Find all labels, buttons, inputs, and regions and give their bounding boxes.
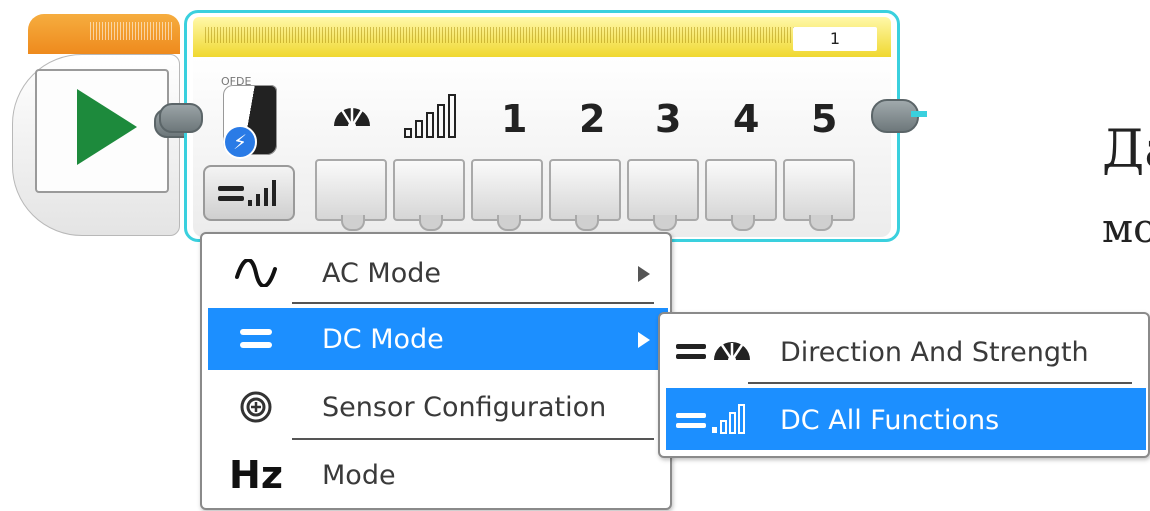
dc-mode-submenu: Direction And Strength DC All Functions [658,312,1150,458]
ir-sensor-icon: OFDE ⚡ [219,75,279,159]
sensor-output-plug-icon[interactable] [871,99,927,133]
menu-item-sensor-configuration[interactable]: Sensor Configuration [208,376,668,438]
menu-divider [292,302,654,304]
direction-strength-icon [672,328,762,374]
submenu-item-direction-and-strength[interactable]: Direction And Strength [666,320,1146,382]
port-number-field[interactable]: 1 [793,27,877,51]
channel-label: 2 [579,97,606,141]
dc-lines-icon [230,318,282,360]
submenu-item-label: DC All Functions [780,405,1000,436]
output-slot[interactable] [471,159,543,231]
menu-item-dc-mode[interactable]: DC Mode [208,308,668,370]
menu-item-mode[interactable]: Hz Mode [208,444,668,506]
mode-menu: AC Mode DC Mode Sensor Configuration Hz … [200,232,672,510]
channel-label: 1 [501,97,528,141]
output-slot[interactable] [783,159,855,231]
slide-text-line: Да [1102,120,1150,180]
play-icon[interactable] [77,89,137,165]
mode-selector-button[interactable] [203,165,295,221]
start-block-frame [35,69,169,193]
submenu-arrow-icon [638,332,650,348]
submenu-arrow-icon [638,266,650,282]
channel-label: 4 [733,97,760,141]
target-icon [230,386,282,428]
ir-sensor-block[interactable]: 1 OFDE ⚡ 1 2 3 4 5 [159,10,927,242]
menu-item-ac-mode[interactable]: AC Mode [208,242,668,304]
output-slot[interactable] [705,159,777,231]
start-block-body [12,54,180,236]
submenu-item-label: Direction And Strength [780,337,1089,368]
sensor-block-header: 1 [193,17,891,58]
signal-strength-icon [401,91,461,141]
signal-strength-icon [672,396,762,442]
sensor-input-plug-icon [159,103,203,133]
channel-label: 3 [655,97,682,141]
menu-item-label: DC Mode [322,324,444,355]
submenu-item-dc-all-functions[interactable]: DC All Functions [666,388,1146,450]
output-slot[interactable] [627,159,699,231]
output-slot[interactable] [315,159,387,231]
menu-item-label: Sensor Configuration [322,392,607,423]
start-block-header [28,14,180,54]
hz-icon-text: Hz [229,453,283,497]
hz-icon: Hz [229,453,283,497]
output-slot[interactable] [393,159,465,231]
direction-strength-icon [329,91,375,141]
sine-wave-icon [230,252,282,294]
dc-all-functions-icon [218,180,276,206]
menu-divider [292,438,654,440]
submenu-divider [748,382,1132,384]
channel-label: 5 [811,97,838,141]
bolt-icon: ⚡ [223,125,257,159]
output-slots [315,159,855,231]
menu-item-label: Mode [322,460,396,491]
menu-item-label: AC Mode [322,258,441,289]
start-block[interactable] [12,14,204,236]
output-slot[interactable] [549,159,621,231]
slide-text-line: мо [1102,206,1150,252]
sensor-cube-label: OFDE [221,75,252,88]
